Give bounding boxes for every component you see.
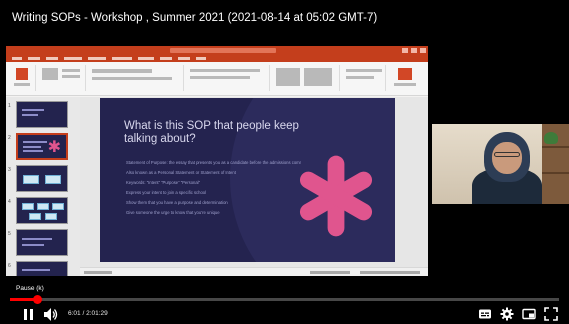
slide-thumbnail — [16, 165, 68, 192]
time-display: 6:01 / 2:01:29 — [68, 310, 108, 317]
asterisk-graphic-icon — [299, 155, 373, 237]
current-slide: What is this SOP that people keep talkin… — [100, 98, 395, 262]
pause-button[interactable] — [23, 309, 34, 320]
minimize-icon — [402, 48, 408, 53]
slide-bullet-list: Statement of Purpose: the essay that pre… — [126, 160, 301, 220]
ppt-ribbon — [6, 62, 428, 96]
slide-bullet: Express your intent to join a specific s… — [126, 190, 207, 195]
fullscreen-icon[interactable] — [544, 307, 558, 321]
slide-bullet: Give someone the urge to know that you’r… — [126, 210, 220, 215]
slide-title: What is this SOP that people keep talkin… — [124, 120, 299, 145]
duration: 2:01:29 — [86, 310, 108, 317]
video-player[interactable]: Writing SOPs - Workshop , Summer 2021 (2… — [0, 0, 569, 324]
gear-icon[interactable] — [500, 307, 514, 321]
slide-bullet: Show them that you have a purpose and de… — [126, 200, 228, 205]
slide-thumbnail — [16, 229, 68, 256]
volume-icon[interactable] — [44, 308, 58, 321]
slide-thumbnail — [16, 101, 68, 128]
ppt-status-bar — [80, 267, 428, 276]
current-time: 6:01 — [68, 310, 81, 317]
close-icon — [420, 48, 426, 53]
ppt-ribbon-tabs — [6, 55, 428, 62]
subtitles-icon[interactable] — [478, 307, 492, 321]
slide-bullet: Also known as a Personal Statement or St… — [126, 170, 236, 175]
maximize-icon — [411, 48, 417, 53]
slide-thumbnail-active: ✱ — [16, 133, 68, 160]
slide-thumbnail-panel: 1 2 ✱ 3 4 5 6 — [6, 97, 80, 276]
scrubber-handle[interactable] — [32, 295, 42, 304]
ppt-titlebar — [6, 46, 428, 55]
presenter-webcam — [432, 124, 569, 204]
slide-bullet: Statement of Purpose: the essay that pre… — [126, 160, 301, 165]
progress-bar[interactable] — [10, 295, 559, 304]
video-title[interactable]: Writing SOPs - Workshop , Summer 2021 (2… — [12, 12, 377, 24]
slide-bullet: Keywords: “Intent” “Purpose” “Personal” — [126, 180, 201, 185]
slide-thumbnail — [16, 197, 68, 224]
control-tooltip: Pause (k) — [16, 285, 44, 292]
miniplayer-icon[interactable] — [522, 307, 536, 321]
slide-thumbnail — [16, 261, 68, 276]
ppt-search-box — [170, 48, 276, 53]
